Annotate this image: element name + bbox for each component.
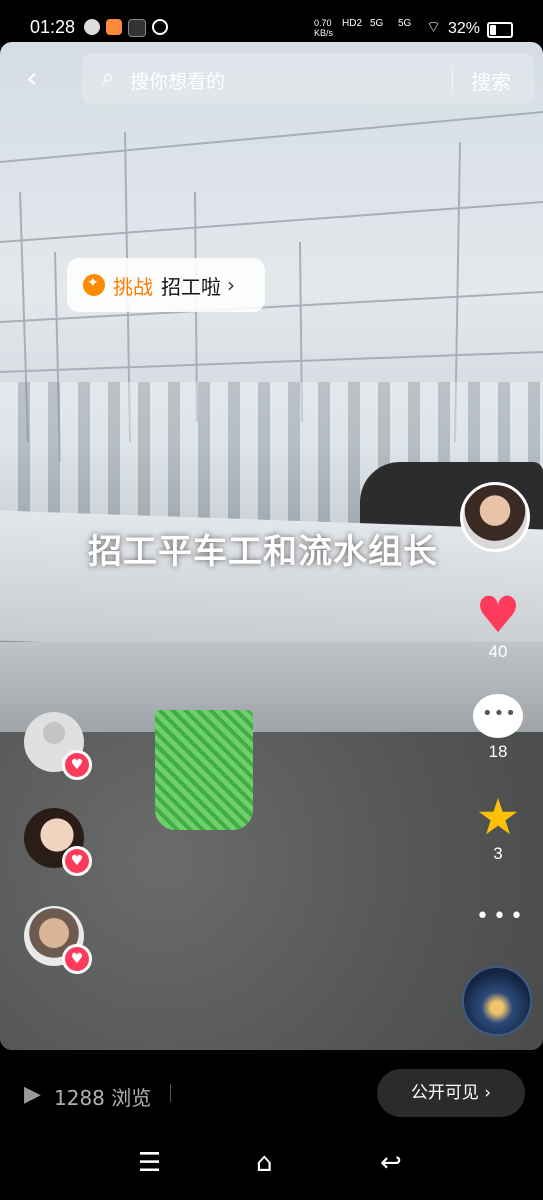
comment-bubble-icon xyxy=(468,690,528,742)
back-icon[interactable]: ↩ xyxy=(380,1148,402,1178)
like-count: 40 xyxy=(488,642,508,661)
viewer-avatar[interactable]: ♥ xyxy=(24,808,92,876)
green-basket xyxy=(155,710,253,830)
challenge-tag: 挑战 xyxy=(113,274,153,299)
author-avatar[interactable] xyxy=(460,482,530,552)
app-icon-play xyxy=(128,19,146,37)
search-bar[interactable]: ⌕ 搜你想看的 搜索 xyxy=(82,53,534,105)
visibility-button[interactable]: 公开可见 › xyxy=(377,1069,525,1117)
app-icon-orange xyxy=(106,19,122,35)
viewer-avatar[interactable]: ♥ xyxy=(24,712,92,780)
bottom-bar: ▶ 1288 浏览 公开可见 › xyxy=(0,1050,543,1140)
wifi-icon: ⌔ xyxy=(426,19,442,36)
signal-5g-1: 5G xyxy=(370,18,384,29)
net-speed: 0.70 KB/s xyxy=(314,18,334,38)
battery-icon xyxy=(487,22,513,38)
heart-icon: ♥ xyxy=(475,586,521,644)
star-icon: ★ xyxy=(475,788,521,846)
play-icon: ▶ xyxy=(24,1082,41,1107)
divider xyxy=(170,1084,171,1102)
search-icon: ⌕ xyxy=(102,65,115,90)
music-disc[interactable] xyxy=(462,966,532,1036)
challenge-icon xyxy=(83,274,105,296)
challenge-topic: 招工啦 xyxy=(161,274,221,299)
chevron-right-icon: › xyxy=(227,273,235,297)
status-bar: 01:28 0.70 KB/s HD2 5G 5G ⌔ 32% xyxy=(0,0,543,44)
view-count: 1288 浏览 xyxy=(54,1086,152,1110)
hd-badge: HD2 xyxy=(342,18,363,29)
comment-action[interactable]: 18 xyxy=(468,690,528,762)
heart-badge-icon: ♥ xyxy=(62,750,92,780)
challenge-chip[interactable]: 挑战 招工啦 › xyxy=(67,258,265,312)
app-icon-circle xyxy=(152,19,168,35)
wechat-icon xyxy=(84,19,100,35)
like-action[interactable]: ♥ 40 xyxy=(468,588,528,662)
menu-icon[interactable]: ☰ xyxy=(138,1148,161,1178)
viewer-avatar[interactable]: ♥ xyxy=(24,906,92,974)
back-arrow-icon[interactable]: ‹ xyxy=(26,64,38,94)
notification-icons xyxy=(84,19,168,37)
heart-badge-icon: ♥ xyxy=(62,846,92,876)
search-divider xyxy=(452,67,453,91)
battery-percent: 32% xyxy=(448,20,481,37)
home-icon[interactable]: ⌂ xyxy=(256,1148,273,1178)
search-button[interactable]: 搜索 xyxy=(471,66,511,95)
comment-count: 18 xyxy=(488,742,508,761)
search-input[interactable]: 搜你想看的 xyxy=(130,67,225,94)
video-caption: 招工平车工和流水组长 xyxy=(88,532,438,572)
favorite-count: 3 xyxy=(493,844,503,863)
more-options-icon[interactable]: ••• xyxy=(476,904,527,929)
system-nav-bar: ☰ ⌂ ↩ xyxy=(0,1140,543,1200)
heart-badge-icon: ♥ xyxy=(62,944,92,974)
signal-5g-2: 5G xyxy=(398,18,412,29)
status-time: 01:28 xyxy=(30,17,76,37)
favorite-action[interactable]: ★ 3 xyxy=(468,790,528,864)
table-front xyxy=(0,642,543,732)
